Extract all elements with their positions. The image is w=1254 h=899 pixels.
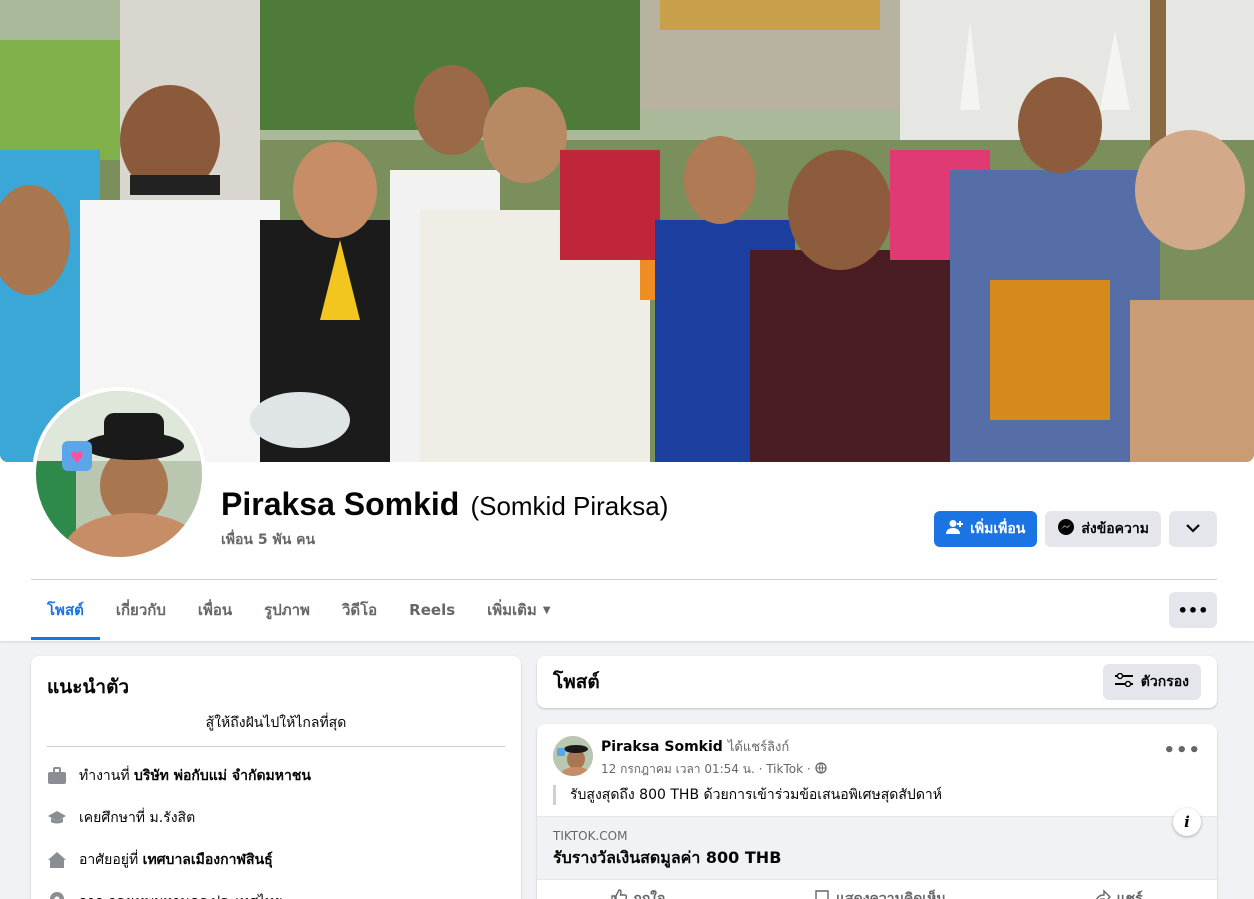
ellipsis-icon: ••• (1177, 600, 1209, 620)
profile-picture-image: ♥ (36, 391, 202, 557)
more-profile-actions-button[interactable] (1169, 511, 1217, 547)
share-icon (1095, 889, 1111, 899)
like-button[interactable]: ถูกใจ (611, 888, 665, 899)
profile-tabs: โพสต์ เกี่ยวกับ เพื่อน รูปภาพ วิดีโอ Ree… (31, 580, 567, 640)
link-domain: TIKTOK.COM (553, 829, 628, 843)
message-button[interactable]: ส่งข้อความ (1045, 511, 1161, 547)
add-friend-icon (946, 519, 964, 539)
profile-picture-frame[interactable]: ♥ (32, 387, 206, 561)
caret-down-icon: ▼ (542, 604, 551, 616)
link-title: รับรางวัลเงินสดมูลค่า 800 THB (553, 848, 782, 867)
profile-picture[interactable]: ♥ (36, 391, 202, 557)
posts-header-card: โพสต์ ตัวกรอง (537, 656, 1217, 708)
add-friend-label: เพิ่มเพื่อน (970, 521, 1026, 537)
tab-friends[interactable]: เพื่อน (182, 580, 248, 640)
profile-actions: เพิ่มเพื่อน ส่งข้อความ (934, 511, 1217, 547)
tab-more-label: เพิ่มเติม (487, 601, 537, 619)
post-card: Piraksa Somkid ได้แชร์ลิงก์ 12 กรกฎาคม เ… (537, 724, 1217, 899)
tab-photos[interactable]: รูปภาพ (248, 580, 326, 640)
filter-icon (1114, 672, 1133, 691)
post-action-bar: ถูกใจ แสดงความคิดเห็น แชร์ (537, 880, 1217, 899)
link-preview[interactable]: TIKTOK.COM รับรางวัลเงินสดมูลค่า 800 THB (537, 816, 1217, 880)
intro-education-text: เคยศึกษาที่ ม.รังสิต (79, 807, 195, 829)
profile-name: Piraksa Somkid (221, 486, 460, 522)
comment-icon (814, 889, 830, 899)
tab-more[interactable]: เพิ่มเติม ▼ (471, 580, 566, 640)
location-pin-icon (47, 892, 67, 899)
share-label: แชร์ (1116, 891, 1143, 899)
intro-location: อาศัยอยู่ที่ เทศบาลเมืองกาฬสินธุ์ (47, 847, 505, 873)
cover-photo-image (0, 0, 1254, 462)
post-options-button[interactable]: ••• (1163, 736, 1201, 779)
post-author-name[interactable]: Piraksa Somkid (601, 739, 723, 755)
tab-posts[interactable]: โพสต์ (31, 580, 100, 640)
tab-videos[interactable]: วิดีโอ (326, 580, 393, 640)
tab-about[interactable]: เกี่ยวกับ (100, 580, 182, 640)
post-timestamp[interactable]: 12 กรกฎาคม เวลา 01:54 น. · TikTok · (601, 760, 811, 779)
intro-education-value[interactable]: ม.รังสิต (150, 810, 196, 826)
chevron-down-icon (1186, 521, 1200, 537)
intro-work-prefix: ทำงานที่ (79, 768, 130, 784)
briefcase-icon (47, 766, 67, 786)
tab-reels[interactable]: Reels (393, 580, 471, 640)
tab-posts-label: โพสต์ (47, 601, 84, 619)
ellipsis-icon: ••• (1163, 740, 1201, 761)
post-header: Piraksa Somkid ได้แชร์ลิงก์ 12 กรกฎาคม เ… (537, 724, 1217, 779)
home-icon (47, 850, 67, 870)
intro-location-value[interactable]: เทศบาลเมืองกาฬสินธุ์ (143, 852, 273, 868)
globe-icon (815, 762, 827, 777)
intro-work-value[interactable]: บริษัท พ่อกับแม่ จำกัดมหาชน (134, 768, 311, 784)
intro-hometown: จาก กรุงเทพมหานคร ประเทศไทย (47, 889, 505, 899)
svg-text:♥: ♥ (70, 448, 84, 467)
tab-friends-label: เพื่อน (197, 601, 233, 619)
filter-button[interactable]: ตัวกรอง (1102, 664, 1201, 700)
like-label: ถูกใจ (633, 891, 666, 899)
post-time-line: 12 กรกฎาคม เวลา 01:54 น. · TikTok · (601, 760, 1155, 779)
tab-about-label: เกี่ยวกับ (115, 601, 166, 619)
intro-bio: สู้ให้ถึงฝันไปให้ไกลที่สุด (47, 712, 505, 747)
intro-card: แนะนำตัว สู้ให้ถึงฝันไปให้ไกลที่สุด ทำงา… (31, 656, 521, 899)
intro-work-text: ทำงานที่ บริษัท พ่อกับแม่ จำกัดมหาชน (79, 765, 311, 787)
intro-hometown-text: จาก กรุงเทพมหานคร ประเทศไทย (79, 891, 283, 899)
cover-photo[interactable] (0, 0, 1254, 462)
intro-location-text: อาศัยอยู่ที่ เทศบาลเมืองกาฬสินธุ์ (79, 849, 273, 871)
comment-button[interactable]: แสดงความคิดเห็น (814, 888, 946, 899)
intro-location-prefix: อาศัยอยู่ที่ (79, 852, 139, 868)
post-action-text: ได้แชร์ลิงก์ (727, 740, 790, 755)
profile-alternate-name: (Somkid Piraksa) (470, 491, 669, 521)
intro-education-prefix: เคยศึกษาที่ (79, 810, 146, 826)
tabs-more-options-button[interactable]: ••• (1169, 592, 1217, 628)
tab-videos-label: วิดีโอ (341, 601, 378, 619)
post-author-avatar[interactable] (553, 736, 593, 776)
tab-photos-label: รูปภาพ (264, 601, 310, 619)
share-button[interactable]: แชร์ (1095, 888, 1143, 899)
friends-count[interactable]: เพื่อน 5 พัน คน (221, 529, 668, 551)
posts-title: โพสต์ (553, 671, 600, 693)
profile-header: ♥ Piraksa Somkid (Somkid Piraksa) เพื่อน… (0, 0, 1254, 641)
thumbs-up-icon (611, 889, 628, 899)
profile-name-block: Piraksa Somkid (Somkid Piraksa) เพื่อน 5… (221, 486, 668, 551)
tab-reels-label: Reels (409, 601, 456, 619)
post-author-line: Piraksa Somkid ได้แชร์ลิงก์ (601, 736, 1155, 757)
comment-label: แสดงความคิดเห็น (836, 891, 946, 899)
intro-title: แนะนำตัว (47, 676, 130, 698)
filter-label: ตัวกรอง (1140, 674, 1189, 690)
post-text: รับสูงสุดถึง 800 THB ด้วยการเข้าร่วมข้อเ… (553, 785, 1201, 805)
info-icon[interactable]: i (1173, 808, 1201, 836)
add-friend-button[interactable]: เพิ่มเพื่อน (934, 511, 1038, 547)
graduation-cap-icon (47, 808, 67, 828)
intro-work: ทำงานที่ บริษัท พ่อกับแม่ จำกัดมหาชน (47, 763, 505, 789)
message-label: ส่งข้อความ (1081, 521, 1149, 537)
profile-name-line: Piraksa Somkid (Somkid Piraksa) (221, 486, 668, 523)
messenger-icon (1057, 518, 1075, 540)
post-author-avatar-image (553, 736, 593, 776)
post-meta: Piraksa Somkid ได้แชร์ลิงก์ 12 กรกฎาคม เ… (601, 736, 1155, 779)
intro-education: เคยศึกษาที่ ม.รังสิต (47, 805, 505, 831)
